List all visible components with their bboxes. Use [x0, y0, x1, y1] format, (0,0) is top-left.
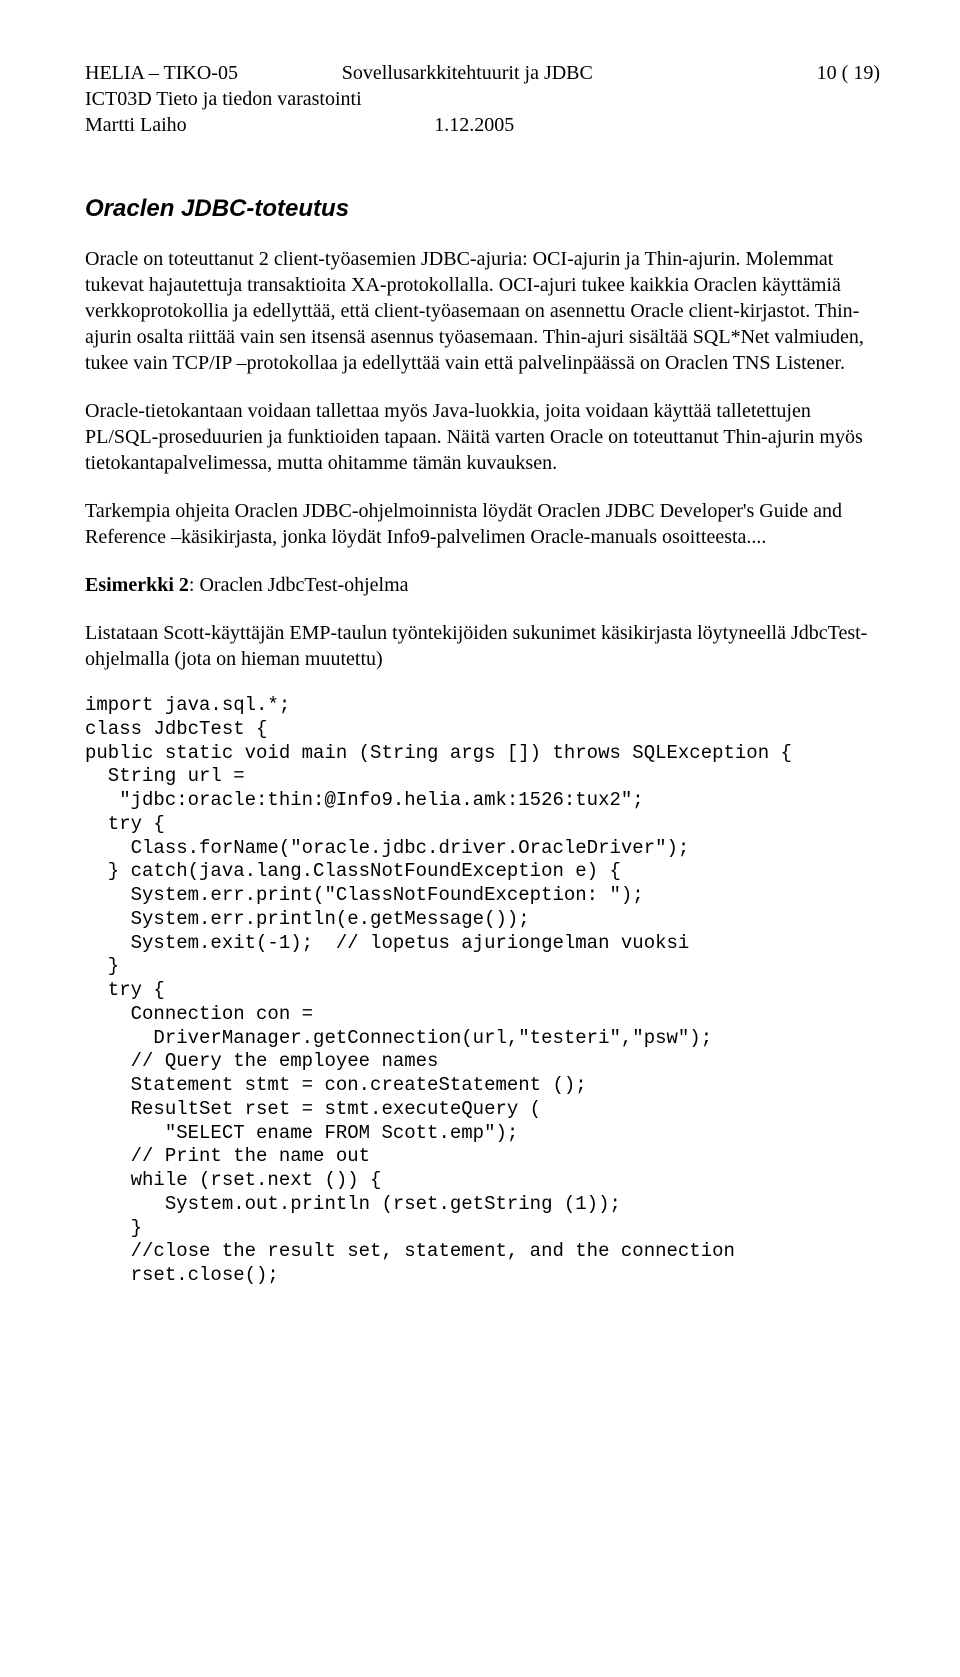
- header-center-3: 1.12.2005: [434, 112, 514, 138]
- code-block: import java.sql.*; class JdbcTest { publ…: [85, 694, 880, 1288]
- paragraph-1: Oracle on toteuttanut 2 client-työasemie…: [85, 246, 880, 376]
- example-label-bold: Esimerkki 2: [85, 574, 189, 596]
- header-left-1: HELIA – TIKO-05: [85, 60, 238, 86]
- page-header: HELIA – TIKO-05 Sovellusarkkitehtuurit j…: [85, 60, 880, 138]
- section-title: Oraclen JDBC-toteutus: [85, 193, 880, 224]
- header-center-1: Sovellusarkkitehtuurit ja JDBC: [342, 60, 593, 86]
- header-left-2: ICT03D Tieto ja tiedon varastointi: [85, 86, 362, 112]
- example-label-rest: : Oraclen JdbcTest-ohjelma: [189, 574, 409, 596]
- example-label: Esimerkki 2: Oraclen JdbcTest-ohjelma: [85, 572, 880, 598]
- paragraph-2: Oracle-tietokantaan voidaan tallettaa my…: [85, 398, 880, 476]
- paragraph-3: Tarkempia ohjeita Oraclen JDBC-ohjelmoin…: [85, 498, 880, 550]
- paragraph-4: Listataan Scott-käyttäjän EMP-taulun työ…: [85, 620, 880, 672]
- header-left-3: Martti Laiho: [85, 112, 187, 138]
- header-right-1: 10 ( 19): [817, 60, 880, 86]
